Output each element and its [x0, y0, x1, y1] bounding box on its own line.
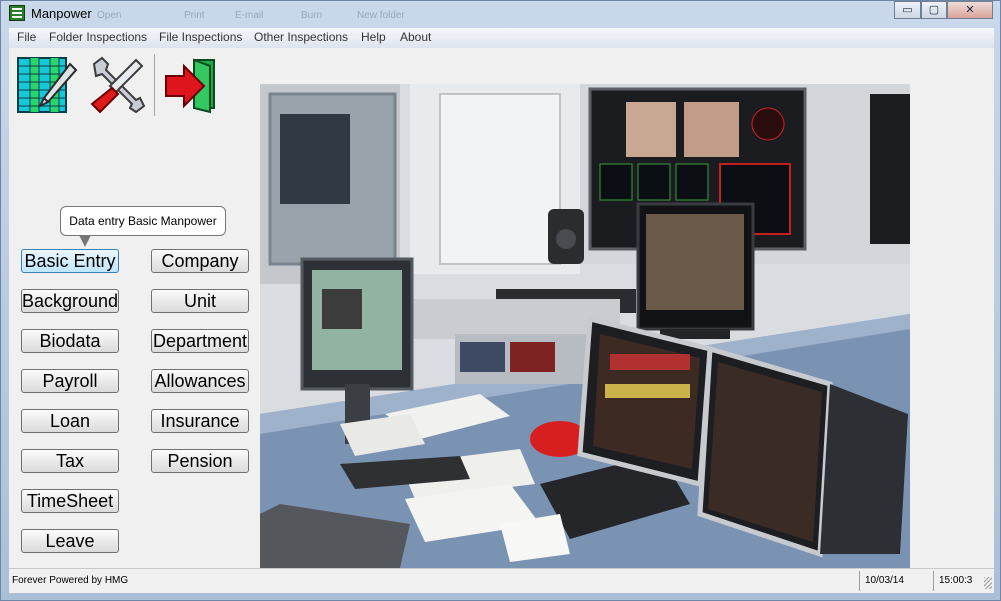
- status-bar: Forever Powered by HMG 10/03/14 15:00:3: [9, 568, 994, 593]
- menu-file[interactable]: File: [17, 30, 36, 44]
- restore-icon: ▢: [928, 4, 940, 16]
- company-button[interactable]: Company: [151, 249, 249, 273]
- allowances-button[interactable]: Allowances: [151, 369, 249, 393]
- exit-icon[interactable]: [164, 54, 218, 114]
- menu-folder-inspections[interactable]: Folder Inspections: [49, 30, 147, 44]
- menu-file-inspections[interactable]: File Inspections: [159, 30, 242, 44]
- window-title: Manpower: [31, 6, 92, 21]
- loan-button[interactable]: Loan: [21, 409, 119, 433]
- main-panel: Data entry Basic Manpower Basic Entry Ba…: [9, 48, 994, 568]
- ghost-toolbar-print: Print: [184, 10, 205, 21]
- menu-other-inspections[interactable]: Other Inspections: [254, 30, 348, 44]
- payroll-button[interactable]: Payroll: [21, 369, 119, 393]
- insurance-button[interactable]: Insurance: [151, 409, 249, 433]
- toolbar-separator: [154, 54, 155, 116]
- minimize-button[interactable]: ▭: [894, 1, 921, 19]
- close-icon: ✕: [965, 4, 975, 16]
- ghost-toolbar-new-folder: New folder: [357, 10, 405, 21]
- status-date: 10/03/14: [865, 575, 904, 586]
- status-separator: [933, 571, 934, 591]
- timesheet-button[interactable]: TimeSheet: [21, 489, 119, 513]
- status-separator: [859, 571, 860, 591]
- background-button[interactable]: Background: [21, 289, 119, 313]
- restore-button[interactable]: ▢: [921, 1, 947, 19]
- menu-about[interactable]: About: [400, 30, 431, 44]
- unit-button[interactable]: Unit: [151, 289, 249, 313]
- pension-button[interactable]: Pension: [151, 449, 249, 473]
- tax-button[interactable]: Tax: [21, 449, 119, 473]
- ghost-toolbar-email: E-mail: [235, 10, 264, 21]
- title-bar[interactable]: Manpower Open Print E-mail Burn New fold…: [1, 1, 1000, 27]
- control-room-photo: [260, 84, 910, 568]
- app-window: Manpower Open Print E-mail Burn New fold…: [0, 0, 1001, 601]
- leave-button[interactable]: Leave: [21, 529, 119, 553]
- department-button[interactable]: Department: [151, 329, 249, 353]
- biodata-button[interactable]: Biodata: [21, 329, 119, 353]
- data-entry-icon[interactable]: [16, 54, 78, 114]
- app-notebook-icon: [9, 5, 25, 21]
- close-button[interactable]: ✕: [947, 1, 993, 19]
- ghost-toolbar-open: Open: [97, 10, 122, 21]
- menu-help[interactable]: Help: [361, 30, 386, 44]
- status-powered-by: Forever Powered by HMG: [12, 575, 129, 586]
- status-time: 15:00:3: [939, 575, 973, 586]
- resize-grip-icon[interactable]: [984, 577, 992, 589]
- basic-entry-button[interactable]: Basic Entry: [21, 249, 119, 273]
- ghost-toolbar-burn: Burn: [301, 10, 323, 21]
- menu-bar: File Folder Inspections File Inspections…: [9, 28, 994, 49]
- basic-entry-tooltip: Data entry Basic Manpower: [60, 206, 226, 247]
- minimize-icon: ▭: [902, 4, 913, 16]
- tools-icon[interactable]: [86, 54, 148, 114]
